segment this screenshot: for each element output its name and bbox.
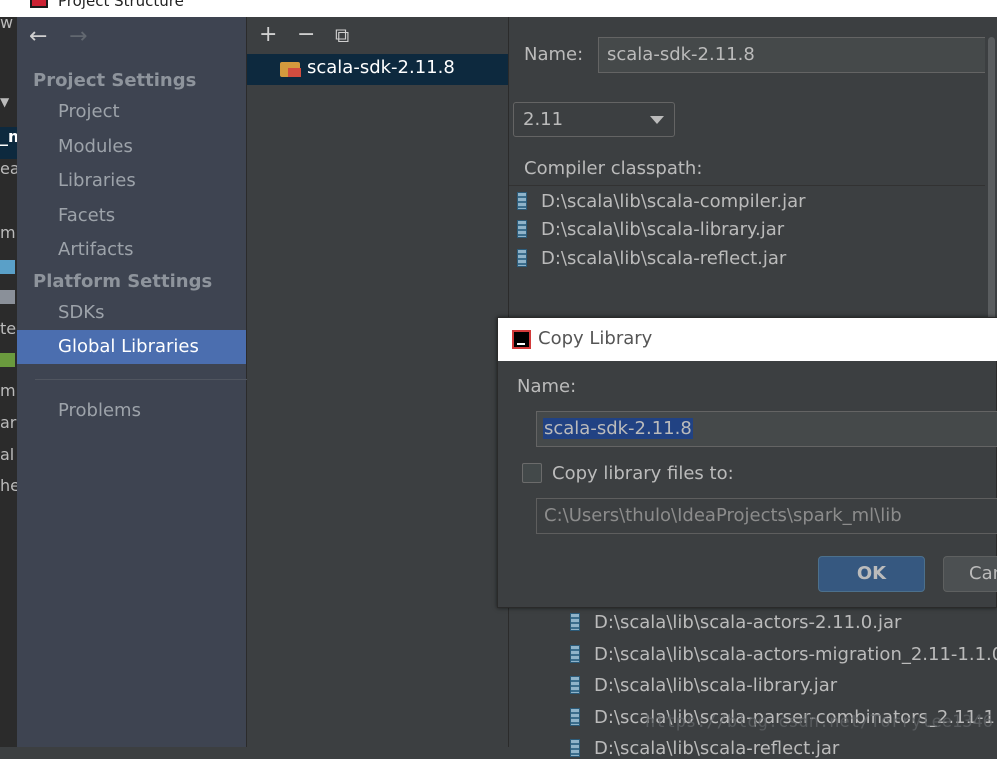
window-title-bar: Project Structure xyxy=(0,0,997,17)
sidebar-item-facets[interactable]: Facets xyxy=(17,199,246,233)
dialog-name-label: Name: xyxy=(517,376,577,397)
scala-version-select[interactable]: 2.11 xyxy=(513,102,675,137)
add-icon[interactable]: + xyxy=(259,23,277,47)
settings-sidebar: ← → Project Settings Project Modules Lib… xyxy=(17,17,247,747)
copy-library-dialog: Copy Library Name: scala-sdk-2.11.8 Copy… xyxy=(497,317,997,608)
dialog-title-bar: Copy Library xyxy=(498,318,997,361)
edge-text: _m xyxy=(0,127,17,146)
divider xyxy=(509,185,997,186)
jar-icon xyxy=(517,220,527,238)
scala-version-value: 2.11 xyxy=(523,109,564,130)
back-arrow-icon[interactable]: ← xyxy=(29,25,47,49)
classpath-item[interactable]: D:\scala\lib\scala-library.jar xyxy=(517,219,784,240)
dialog-name-input[interactable]: scala-sdk-2.11.8 xyxy=(536,411,997,447)
edge-text: te xyxy=(0,319,17,338)
remove-icon[interactable]: − xyxy=(297,23,315,47)
sidebar-item-sdks[interactable]: SDKs xyxy=(17,296,246,330)
edge-text: ark xyxy=(0,413,17,432)
selected-text: scala-sdk-2.11.8 xyxy=(543,418,693,439)
watermark: https://blog.csdn.net/Torrylee1346 xyxy=(645,712,993,732)
section-header-project-settings: Project Settings xyxy=(33,70,197,91)
edge-text: m xyxy=(0,223,16,242)
sidebar-item-libraries[interactable]: Libraries xyxy=(17,164,246,198)
background-ide-edge: w ▼ _m ea m te m. ark al he xyxy=(0,17,17,747)
intellij-icon xyxy=(30,0,48,8)
list-item[interactable]: scala-sdk-2.11.8 xyxy=(247,54,508,85)
edge-text: al xyxy=(0,445,15,464)
copy-path-input[interactable]: C:\Users\thulo\IdeaProjects\spark_ml\lib xyxy=(536,498,997,534)
library-folder-icon xyxy=(280,62,301,77)
dropdown-arrow-icon: ▼ xyxy=(0,95,10,109)
library-list-pane: + − ⧉ scala-sdk-2.11.8 xyxy=(247,17,509,747)
jar-icon xyxy=(570,708,580,726)
sidebar-item-problems[interactable]: Problems xyxy=(17,394,246,428)
classpath-item[interactable]: D:\scala\lib\scala-compiler.jar xyxy=(517,191,806,212)
sidebar-item-artifacts[interactable]: Artifacts xyxy=(17,233,246,267)
edge-text: ea xyxy=(0,159,17,178)
jar-icon xyxy=(570,676,580,694)
edge-text: w xyxy=(0,17,14,32)
compiler-classpath-label: Compiler classpath: xyxy=(524,158,703,179)
library-jar-item[interactable]: D:\scala\lib\scala-library.jar xyxy=(570,675,837,696)
sidebar-item-global-libraries[interactable]: Global Libraries xyxy=(17,330,246,364)
jar-icon xyxy=(570,645,580,663)
library-jar-item[interactable]: D:\scala\lib\scala-reflect.jar xyxy=(570,738,839,759)
jar-icon xyxy=(517,192,527,210)
ok-button[interactable]: OK xyxy=(818,556,925,592)
library-jar-item[interactable]: D:\scala\lib\scala-actors-2.11.0.jar xyxy=(570,612,901,633)
copy-library-files-label[interactable]: Copy library files to: xyxy=(552,463,734,484)
folder-icon xyxy=(0,260,15,274)
cancel-button[interactable]: Cancel xyxy=(943,556,997,592)
edge-text: m. xyxy=(0,381,17,400)
sidebar-item-modules[interactable]: Modules xyxy=(17,130,246,164)
sidebar-item-project[interactable]: Project xyxy=(17,95,246,129)
jar-icon xyxy=(517,249,527,267)
copy-library-files-checkbox[interactable] xyxy=(522,463,542,483)
jar-icon xyxy=(570,613,580,631)
folder-icon xyxy=(0,290,15,304)
library-name: scala-sdk-2.11.8 xyxy=(307,57,455,78)
chevron-down-icon xyxy=(650,116,664,124)
intellij-icon xyxy=(512,330,531,349)
edge-text: he xyxy=(0,476,17,495)
sidebar-separator xyxy=(35,379,247,380)
copy-icon[interactable]: ⧉ xyxy=(335,23,349,47)
dialog-title: Copy Library xyxy=(538,328,653,349)
window-title: Project Structure xyxy=(58,0,184,10)
classpath-item[interactable]: D:\scala\lib\scala-reflect.jar xyxy=(517,248,786,269)
jar-icon xyxy=(570,739,580,757)
forward-arrow-icon[interactable]: → xyxy=(69,25,87,49)
library-name-field[interactable]: scala-sdk-2.11.8 xyxy=(598,37,997,73)
section-header-platform-settings: Platform Settings xyxy=(33,271,213,292)
library-jar-item[interactable]: D:\scala\lib\scala-actors-migration_2.11… xyxy=(570,644,997,665)
folder-icon xyxy=(0,353,15,367)
name-label: Name: xyxy=(524,44,584,65)
